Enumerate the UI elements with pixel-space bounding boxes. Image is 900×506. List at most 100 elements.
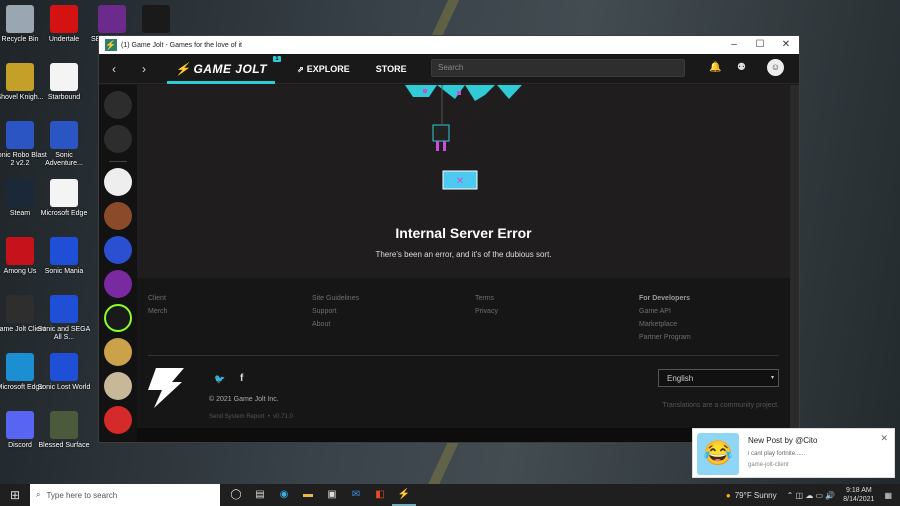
desktop-icon[interactable] [128,5,184,36]
footer-link[interactable]: Marketplace [639,318,691,331]
footer-link[interactable]: Privacy [475,305,498,318]
explore-link[interactable]: ⇗ EXPLORE [297,64,350,74]
notification-count-badge: 1 [273,55,282,62]
game-jolt-logo[interactable]: ⚡ GAME JOLT 1 [167,54,282,84]
community-icon[interactable] [104,338,132,366]
svg-text:✕: ✕ [456,176,464,187]
store-taskbar-icon[interactable]: ▣ [320,484,344,506]
footer-link[interactable]: Support [312,305,359,318]
forward-button[interactable]: › [133,54,155,84]
desktop-icon[interactable]: Sonic Lost World [36,353,92,392]
game-jolt-taskbar-icon[interactable]: ⚡ [392,484,416,506]
community-icon[interactable] [104,202,132,230]
community-icon[interactable] [104,372,132,400]
taskbar-search-placeholder: Type here to search [46,490,118,500]
game-jolt-app-icon: ⚡ [105,39,117,51]
footer-link[interactable]: Terms [475,292,498,305]
app-icon [50,121,78,149]
sidebar-divider [109,161,127,162]
app-icon [50,179,78,207]
game-jolt-bolt-logo [148,368,184,408]
translations-note: Translations are a community project. [662,402,779,409]
action-center-icon[interactable]: ▦ [884,491,892,500]
widgets-icon[interactable]: ▤ [248,484,272,506]
footer-column: Client Merch [148,292,167,318]
bell-icon[interactable]: 🔔 [709,62,721,73]
app-icon [6,63,34,91]
left-sidebar [99,85,137,442]
copyright-text: © 2021 Game Jolt Inc. [209,396,279,403]
page-footer: Client Merch Site Guidelines Support Abo… [137,278,790,428]
community-icon[interactable] [104,304,132,332]
clock[interactable]: 9:18 AM 8/14/2021 [843,486,874,504]
desktop-icon-label: Microsoft Edge [40,210,88,217]
office-icon[interactable]: ◧ [368,484,392,506]
library-icon[interactable] [104,125,132,153]
desktop-icon[interactable]: Blessed Surface [36,411,92,450]
clock-date: 8/14/2021 [843,496,875,503]
windows-start-icon[interactable]: ⊞ [0,484,30,506]
top-navigation: ‹ › ⚡ GAME JOLT 1 ⇗EXPLORE STORE ⋮ Searc… [99,54,799,84]
app-icon [6,295,34,323]
taskbar-search-input[interactable]: ⌕ Type here to search [30,484,220,506]
facebook-icon[interactable]: f [240,373,243,384]
language-select[interactable]: English ▾ [658,369,779,387]
desktop-icon-label: Sonic Mania [44,268,84,275]
send-system-report-link[interactable]: Send System Report • v0.71.0 [209,414,293,420]
mail-icon[interactable]: ✉ [344,484,368,506]
notification-body: i cant play fortnite...... [748,451,806,457]
user-avatar[interactable]: ☺ [767,59,784,76]
scrollbar[interactable] [790,85,799,442]
footer-column: For Developers Game API Marketplace Part… [639,292,691,344]
friends-icon[interactable]: ⚉ [737,62,746,73]
error-page-content: ✕ Internal Server Error There's been an … [137,85,790,278]
app-icon [50,63,78,91]
desktop-icon[interactable]: Microsoft Edge [36,179,92,218]
desktop-icon[interactable]: Sonic and SEGA All S... [36,295,92,342]
maximize-button[interactable]: ☐ [747,36,773,54]
footer-link[interactable]: Site Guidelines [312,292,359,305]
home-icon[interactable] [104,91,132,119]
close-icon[interactable]: ✕ [880,433,888,444]
twitter-icon[interactable]: 🐦 [214,374,225,385]
footer-link[interactable]: Client [148,292,167,305]
desktop-icon-label: Sonic and SEGA All S... [37,326,91,341]
edge-taskbar-icon[interactable]: ◉ [272,484,296,506]
logo-text: GAME JOLT [193,61,268,76]
app-icon [50,5,78,33]
back-button[interactable]: ‹ [103,54,125,84]
footer-link[interactable]: About [312,318,359,331]
app-icon [6,353,34,381]
notification-toast[interactable]: 😂 New Post by @Cito i cant play fortnite… [692,428,895,478]
error-title: Internal Server Error [395,225,532,241]
app-icon [50,353,78,381]
task-view-icon[interactable]: ◯ [224,484,248,506]
community-icon[interactable] [104,270,132,298]
file-explorer-icon[interactable]: ▬ [296,484,320,506]
desktop-icon[interactable]: Starbound [36,63,92,102]
desktop-icon[interactable]: Sonic Mania [36,237,92,276]
window-title: (1) Game Jolt - Games for the love of it [121,41,242,49]
desktop-icon[interactable]: Sonic Adventure... [36,121,92,168]
community-icon[interactable] [104,406,132,434]
weather-text[interactable]: 79°F Sunny [735,491,777,500]
close-button[interactable]: ✕ [773,36,799,54]
community-icon[interactable] [104,236,132,264]
community-icon[interactable] [104,168,132,196]
footer-column: Site Guidelines Support About [312,292,359,331]
app-icon [50,237,78,265]
notification-source: game-jolt-client [748,462,789,468]
footer-link[interactable]: Partner Program [639,331,691,344]
desktop-icon-label: Sonic Lost World [37,384,91,391]
active-tab-underline [167,80,276,84]
footer-link[interactable]: Merch [148,305,167,318]
sun-icon: ● [725,490,731,500]
footer-link[interactable]: Game API [639,305,691,318]
explore-label: EXPLORE [306,63,350,74]
search-icon: ⌕ [36,490,41,499]
search-input[interactable]: Search [431,59,685,77]
tray-icons[interactable]: ⌃ ◫ ☁ ▭ 🔊 [787,491,836,500]
minimize-button[interactable]: – [721,36,747,54]
compass-icon: ⇗ [297,64,304,74]
store-link[interactable]: STORE [376,64,407,74]
